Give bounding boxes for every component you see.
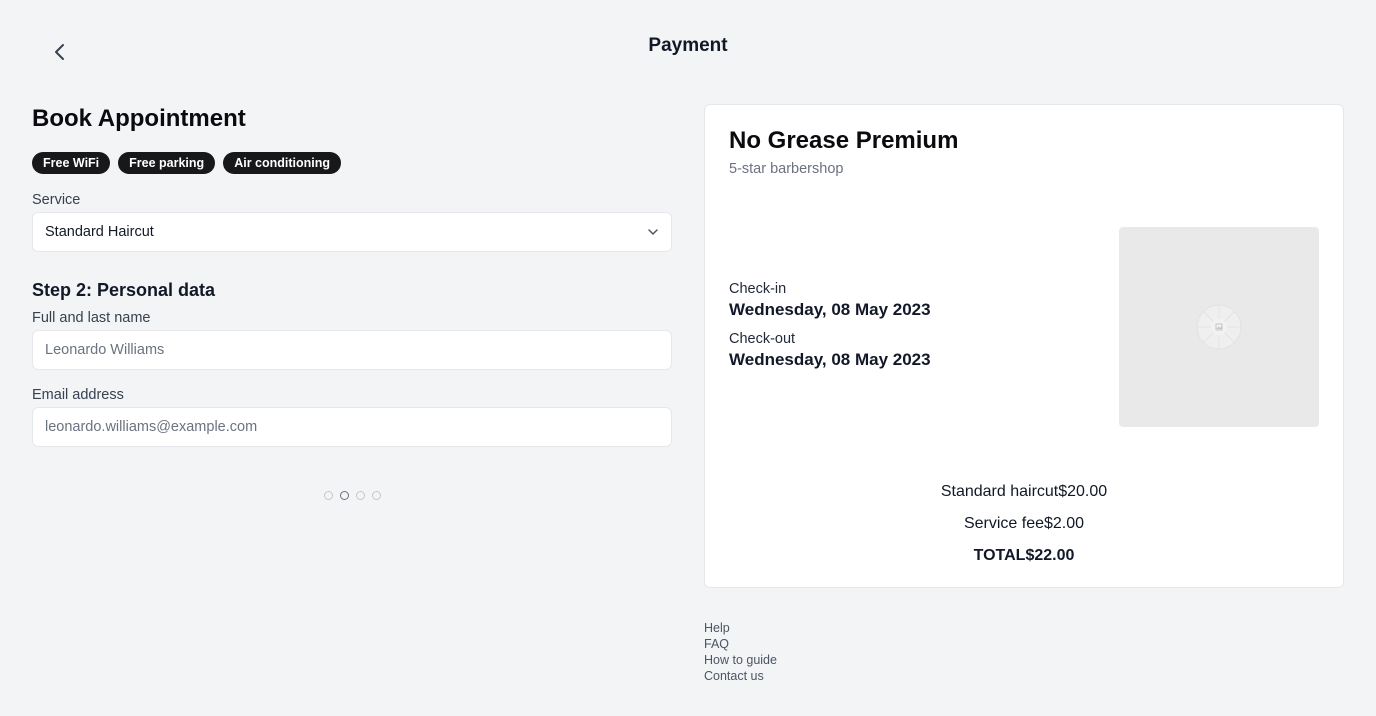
service-label: Service	[32, 192, 81, 208]
line-service-fee: Service fee$2.00	[705, 508, 1343, 540]
checkin-value: Wednesday, 08 May 2023	[729, 300, 931, 319]
service-value: Standard Haircut	[45, 224, 154, 240]
amenity-tag: Free WiFi	[32, 152, 111, 174]
line-haircut-label: Standard haircut	[940, 483, 1059, 500]
total-amount: $22.00	[1025, 547, 1075, 564]
shop-subtitle: 5-star barbershop	[729, 161, 844, 177]
booking-title: Book Appointment	[32, 105, 246, 132]
chevron-down-icon	[648, 229, 658, 235]
image-placeholder-icon	[1196, 304, 1242, 350]
name-placeholder: Leonardo Williams	[45, 342, 165, 358]
line-haircut-amount: $20.00	[1058, 483, 1108, 500]
checkout-label: Check-out	[729, 331, 796, 347]
booking-form: Book Appointment Free WiFi Free parking …	[32, 104, 672, 500]
summary-card: No Grease Premium 5-star barbershop Chec…	[704, 104, 1344, 588]
step-dot[interactable]	[323, 491, 333, 500]
step-pagination	[32, 491, 672, 500]
footer-link-help[interactable]: Help	[704, 620, 777, 636]
amenity-tags: Free WiFi Free parking Air conditioning	[32, 152, 672, 174]
email-placeholder: leonardo.williams@example.com	[45, 419, 258, 435]
footer-link-guide[interactable]: How to guide	[704, 652, 777, 668]
service-select[interactable]: Standard Haircut	[32, 212, 672, 252]
total-label: TOTAL	[973, 547, 1026, 564]
footer-links: Help FAQ How to guide Contact us	[704, 620, 777, 684]
footer-link-contact[interactable]: Contact us	[704, 668, 777, 684]
page-title: Payment	[648, 35, 728, 56]
line-total: TOTAL$22.00	[705, 540, 1343, 572]
price-summary: Standard haircut$20.00 Service fee$2.00 …	[705, 476, 1343, 572]
amenity-tag: Air conditioning	[223, 152, 342, 174]
line-fee-amount: $2.00	[1044, 515, 1085, 532]
name-label: Full and last name	[32, 310, 151, 326]
amenity-tag: Free parking	[118, 152, 216, 174]
step-dot[interactable]	[355, 491, 365, 500]
step-dot[interactable]	[371, 491, 381, 500]
footer-link-faq[interactable]: FAQ	[704, 636, 777, 652]
line-haircut: Standard haircut$20.00	[705, 476, 1343, 508]
booking-dates: Check-in Wednesday, 08 May 2023 Check-ou…	[729, 279, 931, 379]
shop-name: No Grease Premium	[729, 127, 959, 154]
shop-image-placeholder	[1119, 227, 1319, 427]
email-label: Email address	[32, 387, 124, 403]
step-dot-active[interactable]	[339, 491, 349, 500]
step-title: Step 2: Personal data	[32, 280, 216, 300]
name-input[interactable]: Leonardo Williams	[32, 330, 672, 370]
email-input[interactable]: leonardo.williams@example.com	[32, 407, 672, 447]
checkout-value: Wednesday, 08 May 2023	[729, 350, 931, 369]
checkin-label: Check-in	[729, 281, 787, 297]
line-fee-label: Service fee	[963, 515, 1044, 532]
